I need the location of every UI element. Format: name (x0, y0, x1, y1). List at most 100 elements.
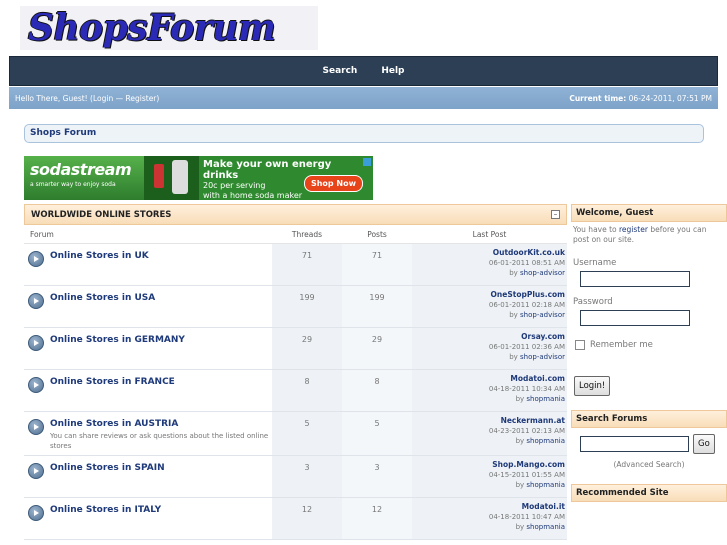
last-post-user-link[interactable]: shop-advisor (520, 353, 565, 361)
last-post-user-link[interactable]: shop-advisor (520, 269, 565, 277)
forum-description: You can share reviews or ask questions a… (50, 432, 269, 450)
remember-me-label: Remember me (590, 340, 653, 350)
welcome-guest-text: You have to register before you can post… (571, 222, 727, 248)
password-label: Password (573, 297, 613, 307)
recommended-site-header: Recommended Site (571, 484, 727, 502)
last-post-link[interactable]: Modatoi.com (412, 374, 565, 384)
last-post-user-link[interactable]: shop-advisor (520, 311, 565, 319)
last-post-cell: Shop.Mango.com 04-15-2011 01:55 AM by shop… (412, 456, 567, 497)
threads-count: 71 (272, 244, 342, 285)
login-button[interactable]: Login! (574, 376, 611, 396)
forum-arrow-icon (28, 251, 44, 267)
last-post-cell: Orsay.com 06-01-2011 02:36 AM by shop-advi… (412, 328, 567, 369)
breadcrumb-home[interactable]: Shops Forum (30, 128, 96, 138)
username-input[interactable] (580, 271, 690, 287)
last-post-link[interactable]: Orsay.com (412, 332, 565, 342)
login-link[interactable]: Login (93, 94, 113, 103)
posts-count: 12 (342, 498, 412, 539)
ad-info-icon[interactable] (363, 158, 371, 166)
last-post-user-link[interactable]: shopmania (526, 395, 565, 403)
nav-help-link[interactable]: Help (381, 66, 404, 76)
threads-count: 8 (272, 370, 342, 411)
breadcrumb: Shops Forum (24, 124, 704, 143)
forum-cell: Online Stores in SPAIN (24, 456, 272, 497)
time-label: Current time: (569, 93, 627, 103)
time-value: 06-24-2011, 07:51 PM (626, 93, 712, 103)
last-post-link[interactable]: OneStopPlus.com (412, 290, 565, 300)
last-post-link[interactable]: Shop.Mango.com (412, 460, 565, 470)
by-label: by (509, 353, 521, 361)
ad-copy: Make your own energy drinks 20c per serv… (199, 156, 373, 200)
forum-row: Online Stores in GERMANY 29 29 Orsay.com… (24, 328, 567, 370)
sidebar: Welcome, Guest You have to register befo… (571, 204, 727, 502)
welcome-bar: Hello There, Guest! (Login — Register) C… (9, 87, 718, 109)
forum-row: Online Stores in UK 71 71 OutdoorKit.co.… (24, 244, 567, 286)
threads-count: 29 (272, 328, 342, 369)
forum-arrow-icon (28, 377, 44, 393)
register-link[interactable]: Register (126, 94, 157, 103)
ad-product-image (144, 156, 199, 200)
ad-brand: sodastream (30, 160, 132, 179)
collapse-icon[interactable]: – (551, 210, 560, 219)
forum-row: Online Stores in AUSTRIA You can share re… (24, 412, 567, 456)
forum-link[interactable]: Online Stores in AUSTRIA (50, 419, 272, 429)
last-post-cell: OneStopPlus.com 06-01-2011 02:18 AM by sho… (412, 286, 567, 327)
last-post-user-link[interactable]: shopmania (526, 437, 565, 445)
by-label: by (515, 395, 527, 403)
forum-link[interactable]: Online Stores in SPAIN (50, 463, 165, 473)
forum-cell: Online Stores in ITALY (24, 498, 272, 539)
last-post-date: 06-01-2011 08:51 AM (488, 259, 565, 267)
threads-count: 3 (272, 456, 342, 497)
last-post-user-link[interactable]: shopmania (526, 523, 565, 531)
forum-link[interactable]: Online Stores in USA (50, 293, 155, 303)
close-paren: ) (156, 93, 160, 103)
last-post-by: by shop-advisor (412, 268, 565, 278)
last-post-link[interactable]: OutdoorKit.co.uk (412, 248, 565, 258)
forum-section-header: WORLDWIDE ONLINE STORES – (24, 204, 567, 225)
last-post-cell: Modatoi.it 04-18-2011 10:47 AM by shopmani… (412, 498, 567, 539)
ad-brand-panel: sodastream a smarter way to enjoy soda (24, 156, 144, 200)
go-button[interactable]: Go (693, 434, 715, 454)
top-nav: Search Help (9, 56, 718, 86)
col-threads: Threads (291, 229, 323, 239)
welcome-text-part1: You have to (573, 225, 620, 234)
forum-row: Online Stores in FRANCE 8 8 Modatoi.com 0… (24, 370, 567, 412)
forum-cell: Online Stores in USA (24, 286, 272, 327)
forum-row: Online Stores in SPAIN 3 3 Shop.Mango.co… (24, 456, 567, 498)
advanced-search-link[interactable]: (Advanced Search) (571, 460, 727, 469)
remember-me-checkbox[interactable] (575, 340, 585, 350)
forum-link[interactable]: Online Stores in GERMANY (50, 335, 185, 345)
remember-me-row: Remember me (575, 340, 727, 350)
last-post-date: 06-01-2011 02:36 AM (488, 343, 565, 351)
posts-count: 5 (342, 412, 412, 455)
last-post-cell: OutdoorKit.co.uk 06-01-2011 08:51 AM by sh… (412, 244, 567, 285)
ad-shop-now-button[interactable]: Shop Now (303, 175, 363, 192)
search-row: Go (580, 434, 727, 454)
by-label: by (515, 523, 527, 531)
username-label: Username (573, 258, 617, 268)
posts-count: 71 (342, 244, 412, 285)
col-posts: Posts (367, 229, 387, 239)
last-post-user-link[interactable]: shopmania (526, 481, 565, 489)
forum-link[interactable]: Online Stores in UK (50, 251, 149, 261)
last-post-link[interactable]: Modatoi.it (412, 502, 565, 512)
password-input[interactable] (580, 310, 690, 326)
sidebar-register-link[interactable]: register (619, 225, 648, 234)
nav-search-link[interactable]: Search (322, 66, 357, 76)
sodastream-ad-banner[interactable]: sodastream a smarter way to enjoy soda M… (24, 156, 373, 200)
forum-link[interactable]: Online Stores in FRANCE (50, 377, 175, 387)
forum-link[interactable]: Online Stores in ITALY (50, 505, 161, 515)
site-logo[interactable]: ShopsForum (20, 6, 318, 50)
separator: — (113, 93, 126, 103)
posts-count: 3 (342, 456, 412, 497)
last-post-by: by shopmania (412, 480, 565, 490)
last-post-date: 04-18-2011 10:47 AM (488, 513, 565, 521)
last-post-by: by shopmania (412, 522, 565, 532)
last-post-link[interactable]: Neckermann.at (412, 416, 565, 426)
col-last-post: Last Post (472, 229, 507, 239)
col-forum: Forum (30, 229, 54, 239)
threads-count: 5 (272, 412, 342, 455)
search-forums-input[interactable] (580, 436, 689, 452)
forum-row: Online Stores in USA 199 199 OneStopPlus… (24, 286, 567, 328)
section-title: WORLDWIDE ONLINE STORES (31, 209, 172, 220)
